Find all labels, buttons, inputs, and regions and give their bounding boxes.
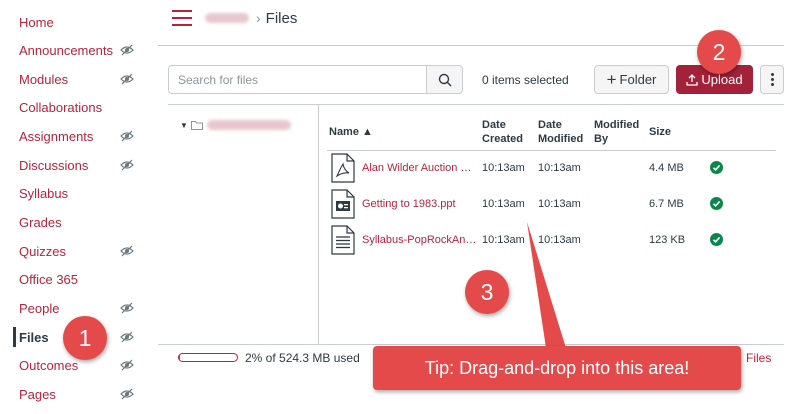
published-check-icon[interactable] [710, 197, 723, 210]
nav-item-pages[interactable]: Pages [0, 382, 150, 406]
column-header-name[interactable]: Name ▲ [329, 125, 373, 139]
nav-item-label: Files [19, 329, 49, 345]
files-link[interactable]: Files [746, 351, 771, 365]
nav-item-discussions[interactable]: Discussions [0, 153, 150, 177]
eye-slash-icon [120, 359, 134, 371]
file-name-link[interactable]: Getting to 1983.ppt [362, 198, 478, 210]
nav-item-label: Home [19, 14, 54, 30]
folder-tree-name-redacted [206, 120, 291, 130]
nav-item-label: Syllabus [19, 185, 69, 201]
eye-slash-icon [120, 159, 134, 171]
file-size: 6.7 MB [649, 198, 684, 210]
file-date-modified: 10:13am [538, 198, 581, 210]
content-divider-vertical [318, 104, 319, 344]
nav-item-home[interactable]: Home [0, 10, 150, 34]
file-name-link[interactable]: Alan Wilder Auction Eq... [362, 162, 478, 174]
step-badge-1: 1 [63, 316, 107, 360]
nav-item-label: Outcomes [19, 357, 79, 373]
table-row[interactable]: Alan Wilder Auction Eq... 10:13am 10:13a… [327, 150, 776, 186]
hamburger-icon[interactable] [172, 10, 192, 26]
nav-item-quizzes[interactable]: Quizzes [0, 239, 150, 263]
breadcrumb: › Files [205, 8, 297, 28]
nav-item-label: Pages [19, 386, 56, 402]
plus-icon: + [606, 70, 617, 89]
nav-item-announcements[interactable]: Announcements [0, 38, 150, 62]
search-button[interactable] [426, 65, 463, 94]
kebab-menu-icon[interactable] [760, 65, 784, 94]
file-name-link[interactable]: Syllabus-PopRockAndR... [362, 234, 478, 246]
nav-item-label: People [19, 300, 60, 316]
file-date-created: 10:13am [482, 198, 525, 210]
column-header-label: Date [482, 119, 506, 131]
folder-icon [190, 121, 203, 130]
file-date-modified: 10:13am [538, 162, 581, 174]
column-header-label: Modified [538, 133, 584, 145]
column-header-label: Date [538, 119, 562, 131]
table-row[interactable]: Getting to 1983.ppt 10:13am 10:13am 6.7 … [327, 186, 776, 222]
storage-quota-fill [179, 354, 181, 361]
header-divider [158, 45, 784, 46]
expand-caret-icon[interactable]: ▼ [180, 121, 188, 130]
column-header-label: By [594, 133, 609, 145]
column-header-label: Created [482, 133, 523, 145]
nav-item-label: Modules [19, 71, 69, 87]
page-title: Files [265, 9, 298, 27]
upload-label: Upload [701, 72, 743, 87]
nav-item-modules[interactable]: Modules [0, 67, 150, 91]
file-date-created: 10:13am [482, 162, 525, 174]
table-row[interactable]: Syllabus-PopRockAndR... 10:13am 10:13am … [327, 222, 776, 258]
content-divider-top [168, 104, 784, 105]
nav-item-people[interactable]: People [0, 296, 150, 320]
breadcrumb-separator: › [256, 10, 261, 26]
search-input[interactable] [168, 65, 426, 94]
file-size: 123 KB [649, 234, 686, 246]
storage-quota-text: 2% of 524.3 MB used [245, 351, 360, 365]
column-header-modified-by[interactable]: Modified By [594, 118, 644, 146]
ppt-file-icon [331, 189, 355, 219]
content-divider-bottom [158, 344, 784, 345]
column-header-date-modified[interactable]: Date Modified [538, 118, 588, 146]
eye-slash-icon [120, 44, 134, 56]
nav-item-label: Grades [19, 214, 62, 230]
upload-icon [686, 73, 699, 86]
published-check-icon[interactable] [710, 161, 723, 174]
file-size: 4.4 MB [649, 162, 684, 174]
column-header-label: Modified [594, 119, 640, 131]
eye-slash-icon [120, 245, 134, 257]
add-folder-label: Folder [619, 72, 657, 87]
eye-slash-icon [120, 73, 134, 85]
tip-callout: Tip: Drag-and-drop into this area! [373, 346, 741, 390]
add-folder-button[interactable]: + Folder [594, 65, 669, 94]
nav-item-label: Discussions [19, 157, 89, 173]
column-header-size[interactable]: Size [649, 125, 671, 139]
eye-slash-icon [120, 130, 134, 142]
storage-quota-bar [178, 353, 238, 362]
nav-item-label: Assignments [19, 128, 94, 144]
nav-item-collaborations[interactable]: Collaborations [0, 95, 150, 119]
nav-item-syllabus[interactable]: Syllabus [0, 181, 150, 205]
nav-item-office-365[interactable]: Office 365 [0, 267, 150, 291]
items-selected-count: 0 items selected [482, 73, 569, 87]
nav-item-label: Announcements [19, 42, 113, 58]
file-date-created: 10:13am [482, 234, 525, 246]
nav-item-assignments[interactable]: Assignments [0, 124, 150, 148]
breadcrumb-course-redacted[interactable] [205, 13, 249, 23]
nav-item-label: Quizzes [19, 243, 66, 259]
pdf-file-icon [331, 153, 355, 183]
step-badge-3: 3 [465, 270, 509, 314]
nav-item-label: Collaborations [19, 99, 103, 115]
published-check-icon[interactable] [710, 233, 723, 246]
eye-slash-icon [120, 331, 134, 343]
folder-tree-root[interactable]: ▼ [180, 117, 291, 133]
step-badge-2: 2 [697, 30, 741, 74]
eye-slash-icon [120, 302, 134, 314]
column-header-date-created[interactable]: Date Created [482, 118, 532, 146]
eye-slash-icon [120, 388, 134, 400]
nav-item-grades[interactable]: Grades [0, 210, 150, 234]
doc-file-icon [331, 225, 355, 255]
search-icon [438, 73, 451, 86]
file-date-modified: 10:13am [538, 234, 581, 246]
nav-item-label: Office 365 [19, 271, 79, 287]
